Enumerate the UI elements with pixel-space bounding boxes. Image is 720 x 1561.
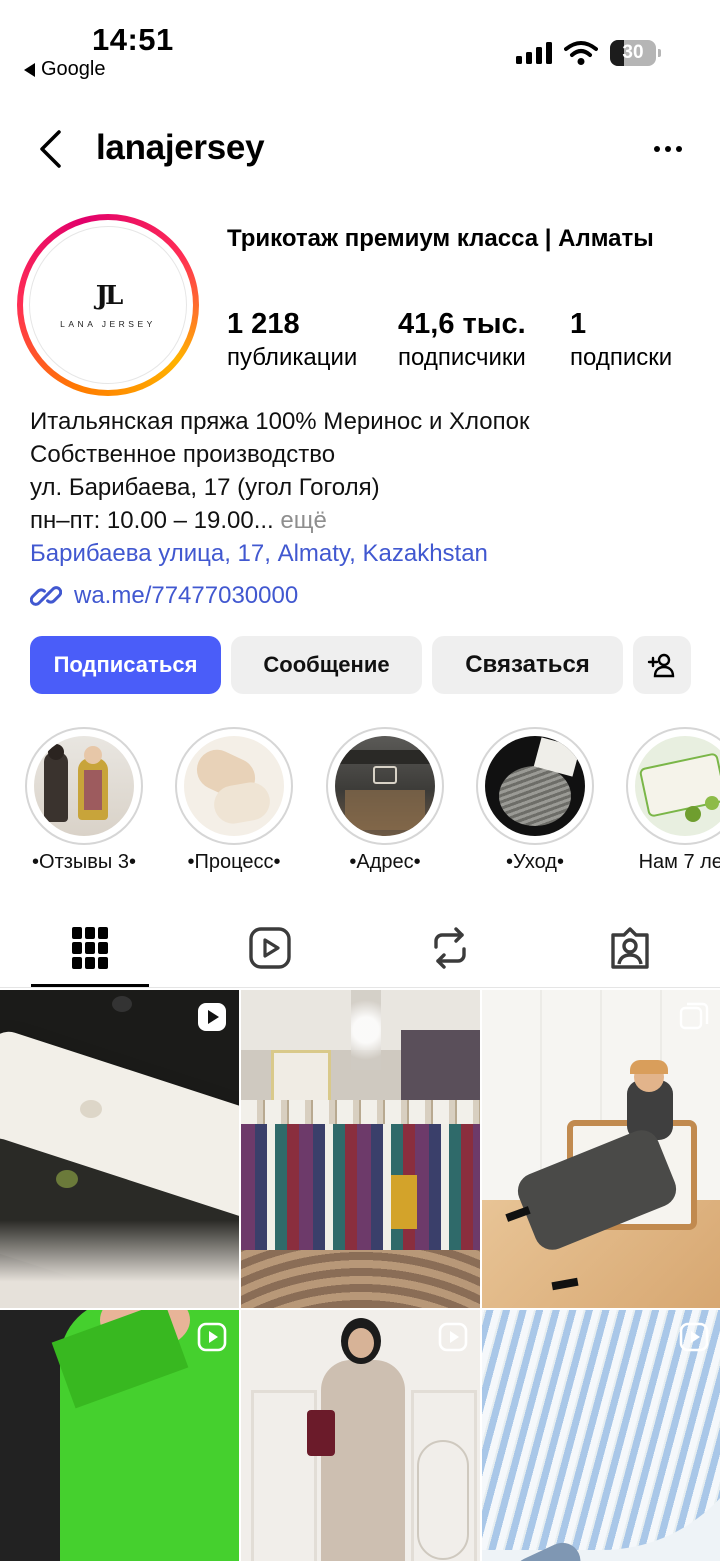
stat-following[interactable]: 1 подписки xyxy=(570,306,672,374)
bio-line: пн–пт: 10.00 – 19.00... xyxy=(30,507,274,534)
tab-posts-grid[interactable] xyxy=(0,910,180,986)
status-bar: 14:51 Google 30 xyxy=(0,0,720,90)
post-thumbnail[interactable] xyxy=(0,990,239,1308)
tabs-divider xyxy=(0,987,720,988)
post-thumbnail[interactable] xyxy=(482,990,720,1308)
avatar: JL LANA JERSEY xyxy=(29,226,187,384)
tagged-icon xyxy=(611,927,649,969)
carousel-badge-icon xyxy=(679,1002,709,1030)
highlight-label: •Отзывы 3• xyxy=(32,851,136,873)
location-link[interactable]: Барибаева улица, 17, Almaty, Kazakhstan xyxy=(30,537,488,570)
suggest-accounts-button[interactable] xyxy=(633,636,691,694)
back-to-app-link[interactable]: Google xyxy=(24,58,106,81)
profile-category: Трикотаж премиум класса | Алматы xyxy=(227,225,654,252)
tab-reposts[interactable] xyxy=(360,910,540,986)
link-chain-icon xyxy=(30,586,62,606)
stat-following-value: 1 xyxy=(570,308,587,340)
stat-posts-label: публикации xyxy=(227,344,358,371)
stat-followers-value: 41,6 тыс. xyxy=(398,308,526,340)
story-highlight[interactable]: •Уход• xyxy=(476,727,594,873)
profile-username: lanajersey xyxy=(96,128,265,167)
highlight-label: •Уход• xyxy=(506,851,564,873)
story-highlight[interactable]: •Адрес• xyxy=(326,727,444,873)
grid-icon xyxy=(72,927,108,969)
highlight-label: •Адрес• xyxy=(349,851,421,873)
signal-icon xyxy=(516,42,552,64)
reposts-icon xyxy=(434,927,466,969)
reel-badge-icon xyxy=(438,1322,468,1352)
avatar-brand: LANA JERSEY xyxy=(60,319,156,329)
highlight-cover xyxy=(34,736,134,836)
stat-posts-value: 1 218 xyxy=(227,308,300,340)
post-thumbnail[interactable] xyxy=(241,990,480,1308)
stat-followers-label: подписчики xyxy=(398,344,526,371)
reel-badge-icon xyxy=(197,1322,227,1352)
back-triangle-icon xyxy=(24,62,35,77)
avatar-monogram: JL xyxy=(95,281,124,311)
profile-tabs xyxy=(0,910,720,988)
highlight-cover xyxy=(635,736,720,836)
avatar-story-ring[interactable]: JL LANA JERSEY xyxy=(17,214,199,396)
highlight-cover xyxy=(335,736,435,836)
post-thumbnail[interactable] xyxy=(0,1310,239,1561)
reels-icon xyxy=(249,927,291,969)
highlight-label: Нам 7 лет xyxy=(638,851,720,873)
reel-badge-icon xyxy=(679,1322,709,1352)
profile-header: lanajersey xyxy=(0,118,720,182)
story-highlight[interactable]: Нам 7 лет xyxy=(626,727,720,873)
back-chevron-icon xyxy=(40,130,61,168)
back-app-label: Google xyxy=(41,58,106,80)
external-link-text: wa.me/77477030000 xyxy=(74,582,299,609)
bio-more-link[interactable]: ещё xyxy=(280,507,326,534)
battery-icon: 30 xyxy=(610,40,661,66)
wifi-icon xyxy=(564,41,598,65)
highlight-cover xyxy=(184,736,284,836)
reel-badge-icon xyxy=(198,1003,226,1031)
external-link[interactable]: wa.me/77477030000 xyxy=(30,578,298,614)
battery-percent: 30 xyxy=(622,42,644,63)
more-dots-icon xyxy=(654,146,660,152)
highlight-cover xyxy=(485,736,585,836)
bio-line: Собственное производство xyxy=(30,441,336,468)
highlight-label: •Процесс• xyxy=(187,851,281,873)
tab-reels[interactable] xyxy=(180,910,360,986)
profile-bio: Итальянская пряжа 100% Меринос и Хлопок … xyxy=(30,405,700,537)
bio-line: ул. Барибаева, 17 (угол Гоголя) xyxy=(30,474,380,501)
message-button[interactable]: Сообщение xyxy=(231,636,422,694)
add-person-icon xyxy=(647,653,675,678)
stat-following-label: подписки xyxy=(570,344,673,371)
back-button[interactable] xyxy=(30,126,70,172)
more-options-button[interactable] xyxy=(650,132,686,166)
status-time: 14:51 xyxy=(92,22,174,57)
story-highlight[interactable]: •Процесс• xyxy=(175,727,293,873)
bio-line: Итальянская пряжа 100% Меринос и Хлопок xyxy=(30,408,530,435)
story-highlight[interactable]: •Отзывы 3• xyxy=(25,727,143,873)
post-thumbnail[interactable] xyxy=(482,1310,720,1561)
tab-tagged[interactable] xyxy=(540,910,720,986)
stat-followers[interactable]: 41,6 тыс. подписчики xyxy=(398,306,526,374)
stat-posts[interactable]: 1 218 публикации xyxy=(227,306,357,374)
post-thumbnail[interactable] xyxy=(241,1310,480,1561)
contact-button[interactable]: Связаться xyxy=(432,636,623,694)
follow-button[interactable]: Подписаться xyxy=(30,636,221,694)
